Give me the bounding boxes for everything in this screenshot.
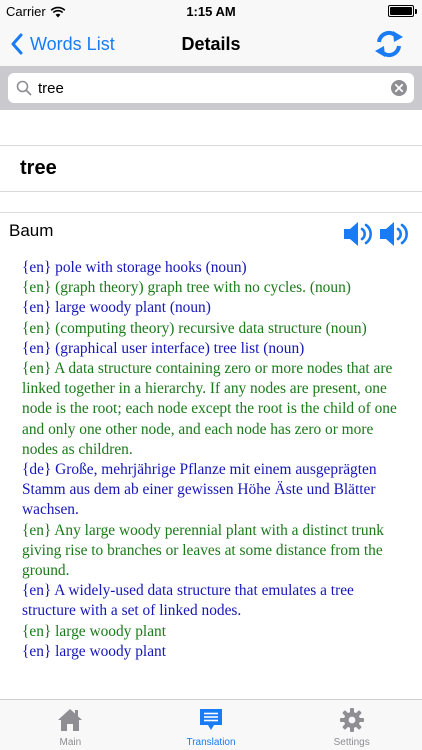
status-bar: Carrier 1:15 AM <box>0 0 422 22</box>
tab-settings[interactable]: Settings <box>281 700 422 750</box>
divider <box>0 191 422 192</box>
translation-list-icon <box>200 709 222 730</box>
definition-item: {de} Große, mehrjährige Pflanze mit eine… <box>22 461 377 519</box>
home-icon <box>58 709 83 731</box>
status-time: 1:15 AM <box>186 4 236 19</box>
translation-word: Baum <box>9 221 54 240</box>
gear-icon <box>339 708 364 732</box>
definition-item: {en} A data structure containing zero or… <box>22 360 397 458</box>
tab-bar: Main Translation Settings <box>0 699 422 750</box>
tab-label: Settings <box>333 737 370 748</box>
search-input[interactable] <box>38 73 368 103</box>
definition-item: {en} large woody plant <box>22 642 166 660</box>
search-icon <box>16 80 32 96</box>
tab-label: Translation <box>186 737 236 748</box>
definition-item: {en} pole with storage hooks (noun) <box>22 259 247 276</box>
audio-buttons <box>342 219 410 249</box>
chevron-left-icon <box>11 33 23 55</box>
speaker-icon[interactable] <box>378 219 410 249</box>
speaker-icon[interactable] <box>342 219 374 249</box>
search-bar <box>0 66 422 110</box>
battery-fill <box>390 7 412 15</box>
tab-translation[interactable]: Translation <box>141 700 282 750</box>
definition-item: {en} large woody plant <box>22 622 166 640</box>
word-title: tree <box>20 157 57 179</box>
translation-panel[interactable]: Baum {en} pole with storage hooks (noun)… <box>0 213 422 698</box>
definition-item: {en} (graph theory) graph tree with no c… <box>22 279 351 297</box>
search-field[interactable] <box>8 73 414 103</box>
definition-item: {en} Any large woody perennial plant wit… <box>22 521 384 580</box>
definition-item: {en} (graphical user interface) tree lis… <box>22 339 305 357</box>
back-button[interactable]: Words List <box>10 22 115 66</box>
tab-label: Main <box>59 737 82 748</box>
definition-item: {en} (computing theory) recursive data s… <box>22 319 367 337</box>
definitions-list: {en} pole with storage hooks (noun) {en}… <box>22 258 402 662</box>
back-button-label: Words List <box>30 33 115 54</box>
definition-item: {en} large woody plant (noun) <box>22 299 211 317</box>
definition-item: {en} A widely-used data structure that e… <box>22 582 354 620</box>
word-row: tree <box>0 146 422 191</box>
refresh-arrows-icon[interactable] <box>372 27 406 61</box>
nav-bar: Words List Details <box>0 22 422 66</box>
battery-icon <box>388 5 417 17</box>
tab-main[interactable]: Main <box>0 700 141 750</box>
clear-search-icon[interactable] <box>390 79 408 97</box>
